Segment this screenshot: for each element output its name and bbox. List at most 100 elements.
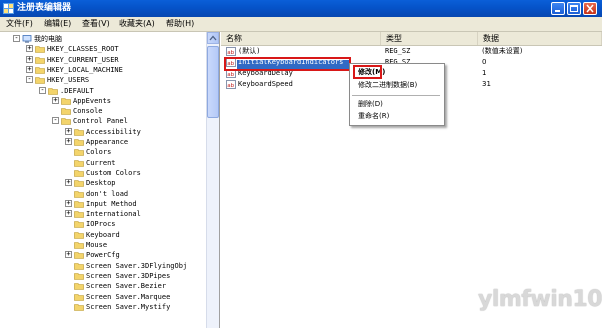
tree-item-label: Colors bbox=[86, 148, 112, 157]
column-header-data[interactable]: 数据 bbox=[478, 32, 602, 45]
expand-toggle-icon[interactable]: + bbox=[26, 55, 33, 63]
close-button[interactable] bbox=[583, 2, 597, 15]
site-watermark: ylmfwin100.com bbox=[478, 287, 602, 312]
tree-item[interactable]: + Desktop bbox=[0, 178, 205, 188]
ctx-delete[interactable]: 删除(D) bbox=[358, 99, 383, 110]
menu-edit[interactable]: 编辑(E) bbox=[44, 18, 71, 30]
tree-item[interactable]: Screen Saver.Bezier bbox=[0, 281, 205, 291]
folder-icon bbox=[35, 56, 45, 64]
folder-icon bbox=[74, 293, 84, 301]
tree-item[interactable]: + HKEY_LOCAL_MACHINE bbox=[0, 65, 205, 75]
collapse-toggle-icon[interactable]: - bbox=[52, 117, 59, 125]
expand-toggle-icon[interactable]: + bbox=[65, 251, 72, 259]
tree-item-label: Appearance bbox=[86, 138, 129, 146]
folder-icon bbox=[61, 108, 71, 115]
folder-icon bbox=[74, 262, 84, 270]
value-data: (数值未设置) bbox=[482, 47, 523, 55]
binary-value-icon: ab bbox=[226, 80, 236, 89]
tree-item[interactable]: Custom Colors bbox=[0, 168, 205, 178]
tree-item[interactable]: + HKEY_CURRENT_USER bbox=[0, 55, 205, 65]
ctx-rename[interactable]: 重命名(R) bbox=[358, 111, 389, 122]
tree-item[interactable]: Colors bbox=[0, 147, 205, 157]
folder-icon bbox=[74, 221, 84, 229]
value-row[interactable]: ab (默认) REG_SZ (数值未设置) bbox=[221, 46, 602, 57]
tree-item[interactable]: - 我的电脑 bbox=[0, 34, 205, 44]
folder-icon bbox=[35, 67, 45, 74]
tree-item[interactable]: + Input Method bbox=[0, 199, 205, 209]
tree-item-label: Current bbox=[86, 158, 116, 167]
value-type: REG_SZ bbox=[385, 47, 411, 55]
tree-item[interactable]: - .DEFAULT bbox=[0, 86, 205, 96]
expand-toggle-icon[interactable]: + bbox=[65, 138, 72, 145]
expand-toggle-icon[interactable]: + bbox=[65, 179, 72, 187]
tree-item-label: Control Panel bbox=[73, 117, 128, 126]
tree-item[interactable]: don't load bbox=[0, 189, 205, 199]
tree-item[interactable]: Screen Saver.3DPipes bbox=[0, 271, 205, 281]
menu-bar: 文件(F) 编辑(E) 查看(V) 收藏夹(A) 帮助(H) bbox=[0, 17, 602, 32]
maximize-button[interactable] bbox=[567, 2, 581, 15]
tree-item-label: HKEY_CURRENT_USER bbox=[47, 55, 119, 64]
tree-item[interactable]: - HKEY_USERS bbox=[0, 75, 205, 85]
tree-item[interactable]: - Control Panel bbox=[0, 116, 205, 126]
regedit-window: 注册表编辑器 文件(F) 编辑(E) 查看(V) 收藏夹(A) 帮助(H) - 我… bbox=[0, 0, 602, 328]
folder-icon bbox=[74, 303, 84, 311]
tree-item-label: Input Method bbox=[86, 199, 137, 208]
tree-item[interactable]: Keyboard bbox=[0, 230, 205, 240]
expand-toggle-icon[interactable]: + bbox=[26, 65, 33, 73]
tree-scrollbar[interactable] bbox=[206, 32, 219, 328]
expand-toggle-icon[interactable]: + bbox=[52, 96, 59, 104]
scroll-up-button[interactable] bbox=[207, 32, 219, 44]
column-header-type[interactable]: 类型 bbox=[381, 32, 478, 45]
value-name: (默认) bbox=[238, 47, 261, 55]
menu-help[interactable]: 帮助(H) bbox=[166, 18, 194, 30]
svg-text:ab: ab bbox=[227, 72, 234, 78]
column-header-name[interactable]: 名称 bbox=[221, 32, 381, 45]
tree-item[interactable]: Current bbox=[0, 158, 205, 168]
tree-item-label: Custom Colors bbox=[86, 168, 141, 177]
computer-icon bbox=[22, 35, 32, 43]
folder-icon bbox=[74, 211, 84, 218]
value-data: 1 bbox=[482, 69, 487, 77]
tree-item-label: HKEY_USERS bbox=[47, 76, 90, 85]
collapse-toggle-icon[interactable]: - bbox=[39, 86, 46, 94]
registry-tree[interactable]: - 我的电脑 + HKEY_CLASSES_ROOT + HKEY_CURRENT_USE… bbox=[0, 32, 220, 328]
expand-toggle-icon[interactable]: + bbox=[65, 127, 72, 135]
collapse-toggle-icon[interactable]: - bbox=[26, 76, 33, 84]
expand-toggle-icon[interactable]: + bbox=[65, 210, 72, 218]
tree-item-label: IOProcs bbox=[86, 220, 116, 229]
tree-item[interactable]: Console bbox=[0, 106, 205, 116]
tree-item-label: International bbox=[86, 210, 141, 219]
tree-item[interactable]: + HKEY_CLASSES_ROOT bbox=[0, 44, 205, 54]
tree-item-label: HKEY_CLASSES_ROOT bbox=[47, 45, 119, 54]
menu-file[interactable]: 文件(F) bbox=[6, 18, 33, 30]
tree-item[interactable]: + PowerCfg bbox=[0, 250, 205, 260]
tree-item-label: Screen Saver.Marquee bbox=[86, 292, 171, 301]
tree-item[interactable]: + Appearance bbox=[0, 137, 205, 147]
tree-item-label: Desktop bbox=[86, 179, 116, 188]
string-value-icon: ab bbox=[226, 47, 236, 56]
minimize-button[interactable] bbox=[551, 2, 565, 15]
title-bar[interactable]: 注册表编辑器 bbox=[0, 0, 602, 17]
folder-icon bbox=[74, 139, 84, 146]
tree-item[interactable]: + AppEvents bbox=[0, 96, 205, 106]
expand-toggle-icon[interactable]: + bbox=[65, 199, 72, 207]
collapse-toggle-icon[interactable]: - bbox=[13, 35, 20, 42]
tree-item-label: Console bbox=[73, 107, 103, 116]
chevron-up-icon bbox=[209, 35, 217, 41]
tree-item[interactable]: + International bbox=[0, 209, 205, 219]
folder-icon bbox=[74, 180, 84, 187]
value-name: KeyboardSpeed bbox=[238, 80, 293, 88]
tree-item[interactable]: IOProcs bbox=[0, 219, 205, 229]
menu-view[interactable]: 查看(V) bbox=[82, 18, 110, 30]
tree-item[interactable]: Screen Saver.Mystify bbox=[0, 302, 205, 312]
tree-scroll-thumb[interactable] bbox=[207, 46, 219, 118]
expand-toggle-icon[interactable]: + bbox=[26, 45, 33, 53]
tree-item[interactable]: Screen Saver.3DFlyingObj bbox=[0, 261, 205, 271]
folder-icon bbox=[74, 252, 84, 260]
ctx-modify-binary[interactable]: 修改二进制数据(B) bbox=[358, 80, 417, 91]
menu-favorites[interactable]: 收藏夹(A) bbox=[119, 18, 155, 30]
tree-item[interactable]: Screen Saver.Marquee bbox=[0, 292, 205, 302]
tree-item[interactable]: + Accessibility bbox=[0, 127, 205, 137]
folder-icon bbox=[74, 200, 84, 208]
tree-item[interactable]: Mouse bbox=[0, 240, 205, 250]
